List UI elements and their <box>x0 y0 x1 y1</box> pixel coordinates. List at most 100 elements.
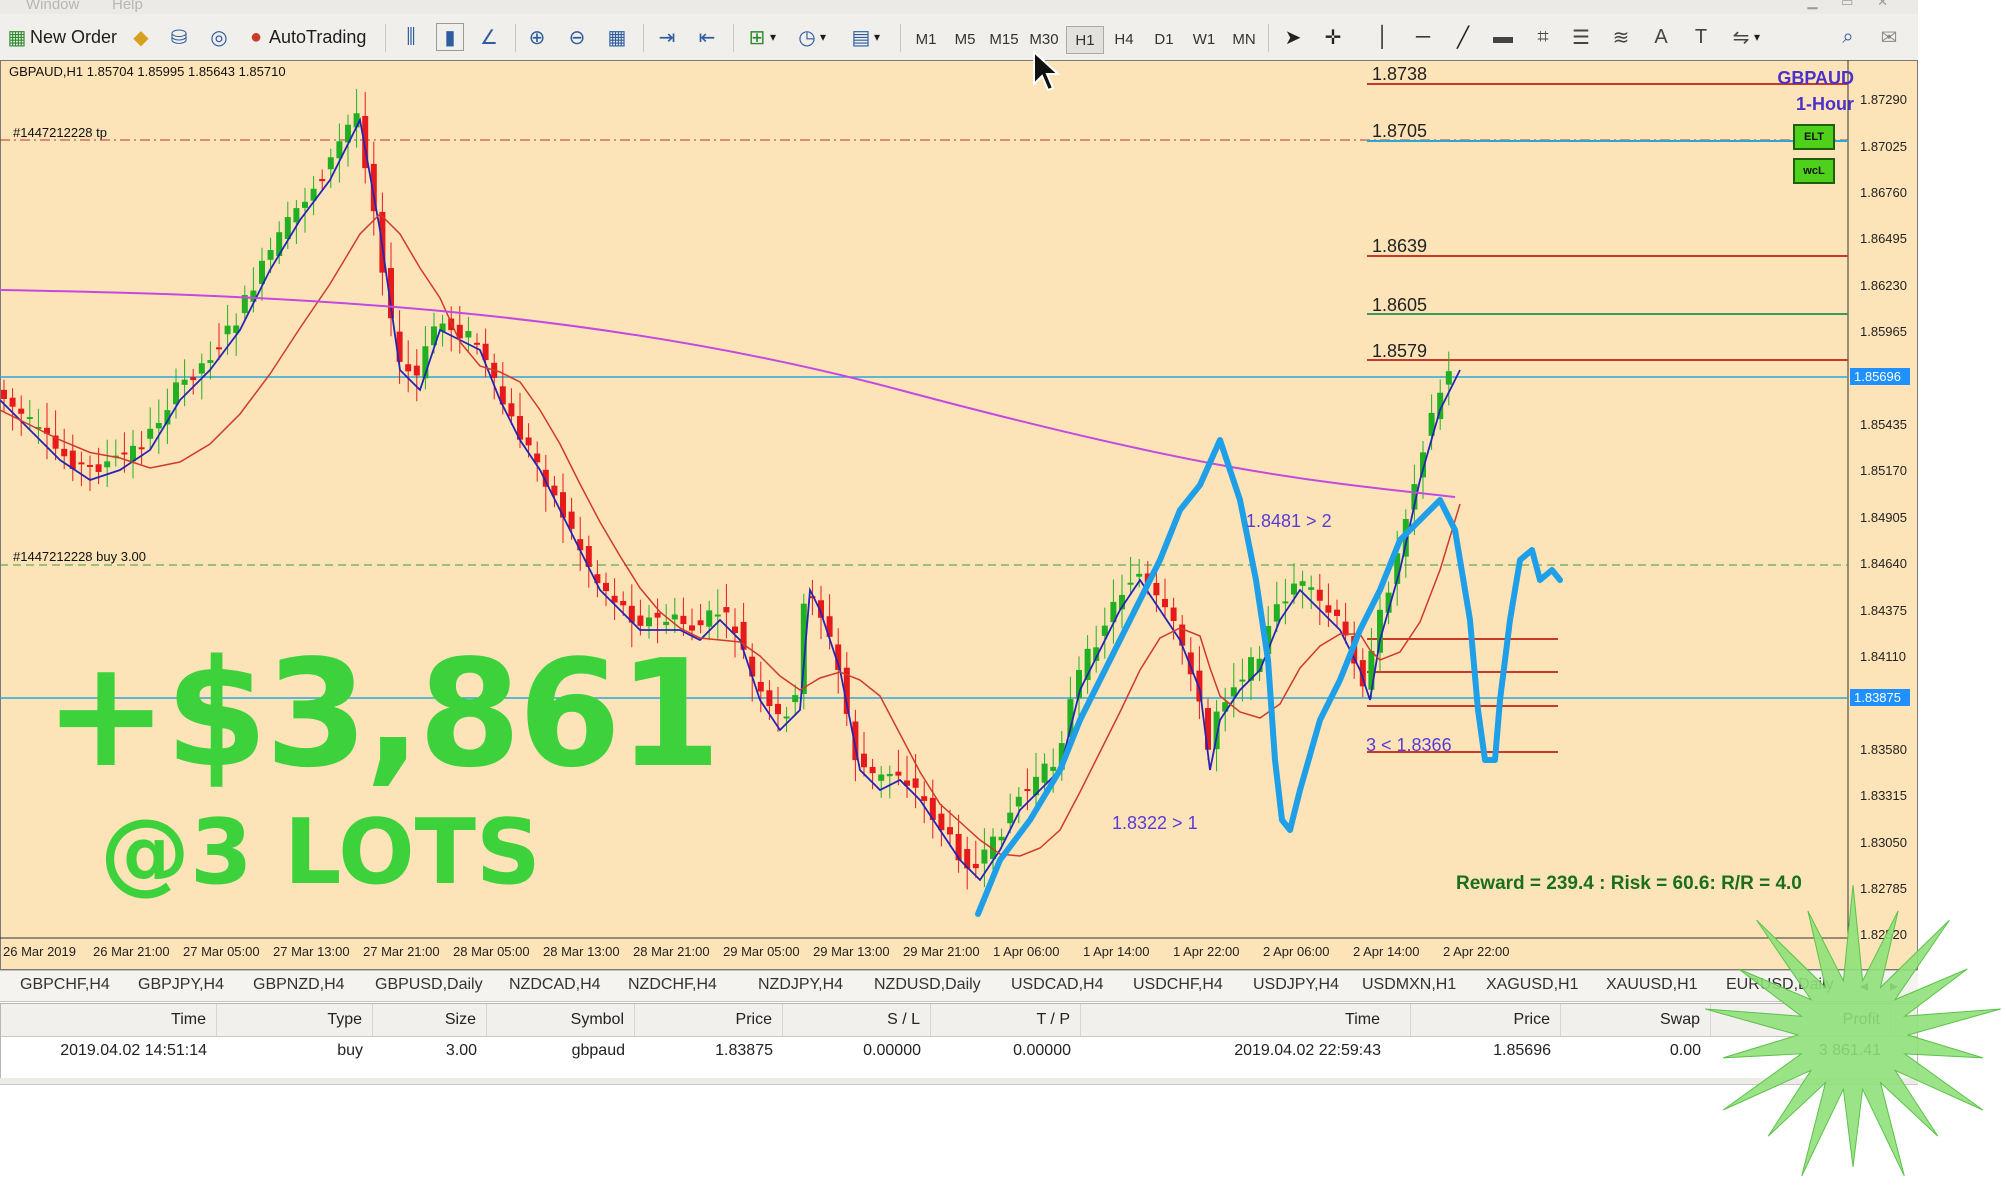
tab-nzdusd[interactable]: NZDUSD,Daily <box>874 976 981 994</box>
tab-gbpnzd[interactable]: GBPNZD,H4 <box>253 976 345 994</box>
candle <box>44 402 50 460</box>
templates-button[interactable]: ▤ ▾ <box>848 22 880 52</box>
col-type[interactable]: Type <box>217 1004 373 1036</box>
col-sl[interactable]: S / L <box>783 1004 931 1036</box>
tab-xagusd[interactable]: XAGUSD,H1 <box>1486 976 1578 994</box>
navigator-button[interactable]: ⛁ <box>166 22 192 52</box>
wcl-badge[interactable]: wcL <box>1793 158 1835 184</box>
terminal-tabs-strip <box>0 1078 1918 1085</box>
candle <box>1282 578 1289 625</box>
tab-gbpchf[interactable]: GBPCHF,H4 <box>20 976 110 994</box>
candle <box>603 572 609 607</box>
line-chart-button[interactable]: ∠ <box>476 22 502 52</box>
fibo-fan-button[interactable]: ≋ <box>1608 22 1634 52</box>
text-tool-button[interactable]: A <box>1648 22 1674 52</box>
elt-badge[interactable]: ELT <box>1793 124 1835 150</box>
col-size[interactable]: Size <box>373 1004 487 1036</box>
price-tick: 1.83315 <box>1860 788 1907 803</box>
new-order-button[interactable]: ▦ New Order <box>4 22 117 52</box>
price-tick: 1.85435 <box>1860 417 1907 432</box>
tab-usdjpy[interactable]: USDJPY,H4 <box>1253 976 1339 994</box>
chat-button[interactable]: ✉ <box>1876 22 1902 52</box>
tile-windows-button[interactable]: ▦ <box>604 22 630 52</box>
timeframe-m5[interactable]: M5 <box>947 26 983 52</box>
candlestick-button[interactable]: ▮ <box>436 22 464 52</box>
timeframe-h4[interactable]: H4 <box>1106 26 1142 52</box>
time-tick: 28 Mar 05:00 <box>453 944 530 959</box>
tab-usdcad[interactable]: USDCAD,H4 <box>1011 976 1103 994</box>
timeframe-w1[interactable]: W1 <box>1186 26 1222 52</box>
chart-shift-button[interactable]: ⇤ <box>694 22 720 52</box>
candle <box>405 340 412 393</box>
zoom-out-button[interactable]: ⊖ <box>564 22 590 52</box>
tab-nzdchf[interactable]: NZDCHF,H4 <box>628 976 717 994</box>
candle <box>611 578 618 620</box>
tab-xauusd[interactable]: XAUUSD,H1 <box>1606 976 1698 994</box>
col-close-price[interactable]: Price <box>1411 1004 1561 1036</box>
channel-icon: ▬ <box>1493 25 1513 48</box>
new-order-icon: ▦ <box>7 26 27 49</box>
tp-order-label: #1447212228 tp <box>13 125 107 140</box>
channel-button[interactable]: ▬ <box>1490 22 1516 52</box>
vertical-line-button[interactable]: │ <box>1370 22 1396 52</box>
close-icon[interactable]: ✕ <box>1877 0 1888 9</box>
autotrading-button[interactable]: ● AutoTrading <box>243 22 366 52</box>
autoscroll-button[interactable]: ⇥ <box>654 22 680 52</box>
indicators-button[interactable]: ⊞ ▾ <box>744 22 776 52</box>
arrows-button[interactable]: ⇋ ▾ <box>1728 22 1760 52</box>
col-symbol[interactable]: Symbol <box>487 1004 635 1036</box>
market-watch-button[interactable]: ◆ <box>128 22 154 52</box>
cursor-tool-button[interactable]: ➤ <box>1280 22 1306 52</box>
candle <box>904 755 910 798</box>
candle <box>130 429 136 479</box>
col-tp[interactable]: T / P <box>931 1004 1081 1036</box>
timeframe-m1[interactable]: M1 <box>908 26 944 52</box>
tab-usdchf[interactable]: USDCHF,H4 <box>1133 976 1223 994</box>
restore-icon[interactable]: ▭ <box>1841 0 1853 9</box>
lots-overlay: @3 LOTS <box>100 800 541 905</box>
price-tick: 1.86495 <box>1860 231 1907 246</box>
tab-gbpusd[interactable]: GBPUSD,Daily <box>375 976 483 994</box>
menu-window[interactable]: Window <box>26 0 79 13</box>
time-tick: 1 Apr 14:00 <box>1083 944 1150 959</box>
crosshair-button[interactable]: ✛ <box>1320 22 1346 52</box>
bar-chart-button[interactable]: ⫼ <box>398 22 424 52</box>
signals-button[interactable]: ◎ <box>206 22 232 52</box>
time-tick: 27 Mar 21:00 <box>363 944 440 959</box>
menu-help[interactable]: Help <box>112 0 143 13</box>
time-tick: 29 Mar 05:00 <box>723 944 800 959</box>
trendline-button[interactable]: ╱ <box>1450 22 1476 52</box>
entry-price-marker: 1.83875 <box>1850 689 1910 706</box>
periods-button[interactable]: ◷ ▾ <box>794 22 826 52</box>
text-label-button[interactable]: T <box>1688 22 1714 52</box>
timeframe-m15[interactable]: M15 <box>986 26 1022 52</box>
fibo-icon: ⌗ <box>1537 25 1549 48</box>
candle <box>1101 607 1108 659</box>
timeframe-d1[interactable]: D1 <box>1146 26 1182 52</box>
current-price-marker: 1.85696 <box>1850 368 1910 385</box>
col-time[interactable]: Time <box>1 1004 217 1036</box>
timeframe-mn[interactable]: MN <box>1226 26 1262 52</box>
col-close-time[interactable]: Time <box>1081 1004 1411 1036</box>
zoom-in-button[interactable]: ⊕ <box>524 22 550 52</box>
search-button[interactable]: ⌕ <box>1835 22 1861 52</box>
timeframe-h1[interactable]: H1 <box>1066 26 1104 54</box>
tab-usdmxn[interactable]: USDMXN,H1 <box>1362 976 1456 994</box>
table-row[interactable]: 2019.04.02 14:51:14 buy 3.00 gbpaud 1.83… <box>1 1036 1917 1066</box>
templates-icon: ▤ <box>851 26 871 49</box>
minimize-icon[interactable]: ▁ <box>1808 0 1818 9</box>
candle <box>1187 637 1194 692</box>
col-swap[interactable]: Swap <box>1561 1004 1711 1036</box>
tab-nzdjpy[interactable]: NZDJPY,H4 <box>758 976 843 994</box>
level-label: 1.8738 <box>1372 64 1428 84</box>
col-price[interactable]: Price <box>635 1004 783 1036</box>
horizontal-line-button[interactable]: ─ <box>1410 22 1436 52</box>
tab-gbpjpy[interactable]: GBPJPY,H4 <box>138 976 224 994</box>
fibo-retracement-button[interactable]: ☰ <box>1568 22 1594 52</box>
candle <box>112 439 119 467</box>
tab-nzdcad[interactable]: NZDCAD,H4 <box>509 976 601 994</box>
timeframe-m30[interactable]: M30 <box>1026 26 1062 52</box>
chat-icon: ✉ <box>1880 26 1898 49</box>
fibo-button[interactable]: ⌗ <box>1530 22 1556 52</box>
candle <box>181 359 188 407</box>
